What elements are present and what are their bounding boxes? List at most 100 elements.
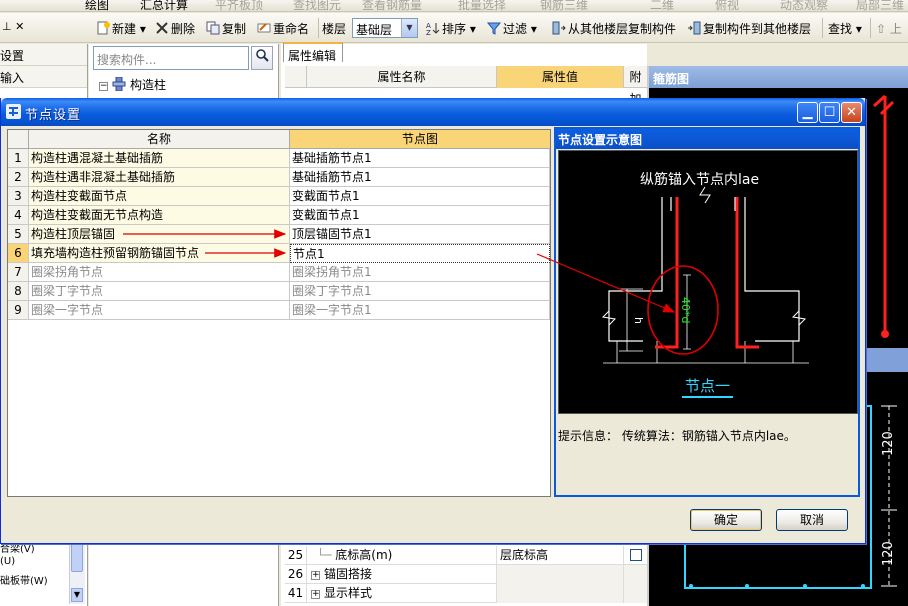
expand-icon[interactable]: + bbox=[311, 590, 320, 599]
ok-button[interactable]: 确定 bbox=[690, 509, 762, 531]
header-cell-value: 属性值 bbox=[497, 66, 624, 88]
copy-to-floor-icon bbox=[687, 21, 701, 35]
row-number: 5 bbox=[8, 225, 29, 244]
cancel-button[interactable]: 取消 bbox=[776, 509, 848, 531]
node-diagram-cell[interactable]: 基础插筋节点1 bbox=[290, 168, 550, 187]
table-row[interactable]: 9 圈梁一字节点 圈梁一字节点1 bbox=[8, 301, 550, 320]
copy-from-floor-button[interactable]: 从其他楼层复制构件 bbox=[552, 20, 676, 37]
find-button[interactable]: 查找 ▾ bbox=[828, 20, 862, 37]
property-extra bbox=[624, 565, 647, 584]
nav-item-settings[interactable]: 设置 bbox=[0, 44, 87, 66]
copy-button[interactable]: 复制 bbox=[206, 20, 246, 37]
table-row[interactable]: 1 构造柱遇混凝土基础插筋 基础插筋节点1 bbox=[8, 149, 550, 168]
anchor-rebars bbox=[655, 197, 759, 349]
upper-stirrup-drawing bbox=[872, 94, 895, 338]
row-number: 2 bbox=[8, 168, 29, 187]
node-diagram-cell[interactable]: 变截面节点1 bbox=[290, 187, 550, 206]
nav-item-slab-band[interactable]: 础板带(W) bbox=[0, 572, 48, 587]
node-name-cell: 构造柱变截面节点 bbox=[29, 187, 290, 206]
property-value bbox=[497, 565, 624, 584]
nav-item-input[interactable]: 输入 bbox=[0, 66, 87, 88]
rename-icon bbox=[257, 21, 271, 35]
maximize-button[interactable]: ☐ bbox=[819, 102, 840, 123]
scroll-down-icon[interactable]: ▼ bbox=[71, 588, 83, 602]
search-input[interactable]: 搜索构件... bbox=[93, 46, 249, 70]
view-rebar-button[interactable]: 查看钢筋量 bbox=[362, 0, 422, 11]
dynamic-view-button[interactable]: 动态观察 bbox=[780, 0, 828, 11]
table-row[interactable]: 6 填充墙构造柱预留钢筋锚固节点 节点1 bbox=[8, 244, 550, 263]
delete-button[interactable]: 删除 bbox=[155, 20, 195, 37]
copy-from-floor-icon bbox=[552, 21, 566, 35]
node-name-cell: 圈梁拐角节点 bbox=[29, 263, 290, 282]
filter-button[interactable]: 过滤 ▾ bbox=[486, 20, 537, 37]
copy-to-floor-button[interactable]: 复制构件到其他楼层 bbox=[687, 20, 811, 37]
move-up-button[interactable]: ⇧ 上 bbox=[876, 20, 902, 37]
floor-value: 基础层 bbox=[356, 23, 393, 37]
table-row[interactable]: 7 圈梁拐角节点 圈梁拐角节点1 bbox=[8, 263, 550, 282]
rename-button[interactable]: 重命名 bbox=[257, 20, 309, 37]
scrollbar-thumb[interactable] bbox=[71, 542, 83, 572]
local-3d-button[interactable]: 局部三维 bbox=[856, 0, 904, 11]
expand-icon[interactable]: + bbox=[311, 571, 320, 580]
dialog-titlebar[interactable]: 节点设置 ▁ ☐ ✕ bbox=[1, 98, 865, 126]
property-extra-checkbox[interactable] bbox=[624, 546, 647, 565]
property-extra bbox=[624, 584, 647, 603]
draw-button[interactable]: 绘图 bbox=[85, 0, 109, 11]
2d-button[interactable]: 二维 bbox=[650, 0, 674, 11]
node-diagram-cell[interactable]: 节点1 bbox=[290, 244, 550, 263]
dim-label: 120 bbox=[881, 541, 896, 566]
checkbox-icon[interactable] bbox=[630, 549, 642, 561]
align-top-button[interactable]: 平齐板顶 bbox=[215, 0, 263, 11]
node-diagram-cell[interactable]: 圈梁拐角节点1 bbox=[290, 263, 550, 282]
summary-calc-button[interactable]: 汇总计算 bbox=[140, 0, 188, 11]
new-button[interactable]: 新建 ▾ bbox=[96, 20, 146, 37]
rebar-3d-button[interactable]: 钢筋三维 bbox=[540, 0, 588, 11]
nav-item-u[interactable]: (U) bbox=[0, 556, 15, 567]
close-button[interactable]: ✕ bbox=[841, 102, 862, 123]
node-diagram-cell[interactable]: 圈梁丁字节点1 bbox=[290, 282, 550, 301]
row-number: 25 bbox=[285, 546, 307, 565]
tree-node-column[interactable]: − 构造柱 bbox=[99, 76, 166, 93]
node-diagram-cell[interactable]: 圈梁一字节点1 bbox=[290, 301, 550, 320]
node-diagram-cell[interactable]: 顶层锚固节点1 bbox=[290, 225, 550, 244]
sort-button[interactable]: A Z 排序 ▾ bbox=[426, 20, 476, 37]
close-icon: ✕ bbox=[846, 105, 857, 120]
app-icon bbox=[6, 104, 21, 119]
top-view-button[interactable]: 俯视 bbox=[715, 0, 739, 11]
floor-select[interactable]: 基础层 ▼ bbox=[352, 18, 418, 38]
table-row[interactable]: 2 构造柱遇非混凝土基础插筋 基础插筋节点1 bbox=[8, 168, 550, 187]
property-value bbox=[497, 584, 624, 603]
find-element-button[interactable]: 查找图元 bbox=[293, 0, 341, 11]
tab-property-edit[interactable]: 属性编辑 bbox=[283, 42, 343, 63]
property-row[interactable]: 41 + 显示样式 bbox=[285, 584, 647, 603]
collapse-icon[interactable]: − bbox=[99, 82, 108, 91]
batch-select-button[interactable]: 批量选择 bbox=[458, 0, 506, 11]
node-diagram-cell[interactable]: 基础插筋节点1 bbox=[290, 149, 550, 168]
node-diagram-cell[interactable]: 变截面节点1 bbox=[290, 206, 550, 225]
toolbar-separator bbox=[822, 18, 823, 38]
property-row[interactable]: 26 + 锚固搭接 bbox=[285, 565, 647, 584]
copy-label: 复制 bbox=[222, 22, 247, 36]
filter-icon bbox=[486, 21, 502, 35]
table-row[interactable]: 8 圈梁丁字节点 圈梁丁字节点1 bbox=[8, 282, 550, 301]
panel-pin-icon[interactable]: ⊥ ✕ bbox=[2, 20, 24, 33]
row-number: 8 bbox=[8, 282, 29, 301]
table-row[interactable]: 5 构造柱顶层锚固 顶层锚固节点1 bbox=[8, 225, 550, 244]
left-panel-scrollbar[interactable]: ▼ bbox=[69, 540, 85, 604]
search-icon[interactable] bbox=[251, 46, 273, 70]
table-row[interactable]: 3 构造柱变截面节点 变截面节点1 bbox=[8, 187, 550, 206]
minimize-button[interactable]: ▁ bbox=[797, 102, 818, 123]
node-name-cell: 构造柱遇混凝土基础插筋 bbox=[29, 149, 290, 168]
chevron-down-icon[interactable]: ▼ bbox=[401, 19, 417, 37]
filter-label: 过滤 bbox=[503, 22, 528, 36]
row-number: 26 bbox=[285, 565, 307, 584]
new-label: 新建 bbox=[112, 22, 137, 36]
property-name: + 显示样式 bbox=[307, 584, 497, 603]
diagram-h-label: h bbox=[632, 317, 645, 324]
header-cell-extra: 附加 bbox=[629, 70, 642, 106]
property-row[interactable]: 25 └─ 底标高(m) 层底标高 bbox=[285, 546, 647, 565]
hint-text: 传统算法：钢筋锚入节点内lae。 bbox=[621, 429, 796, 443]
svg-text:Z: Z bbox=[426, 29, 431, 35]
property-value[interactable]: 层底标高 bbox=[497, 546, 624, 565]
table-row[interactable]: 4 构造柱变截面无节点构造 变截面节点1 bbox=[8, 206, 550, 225]
